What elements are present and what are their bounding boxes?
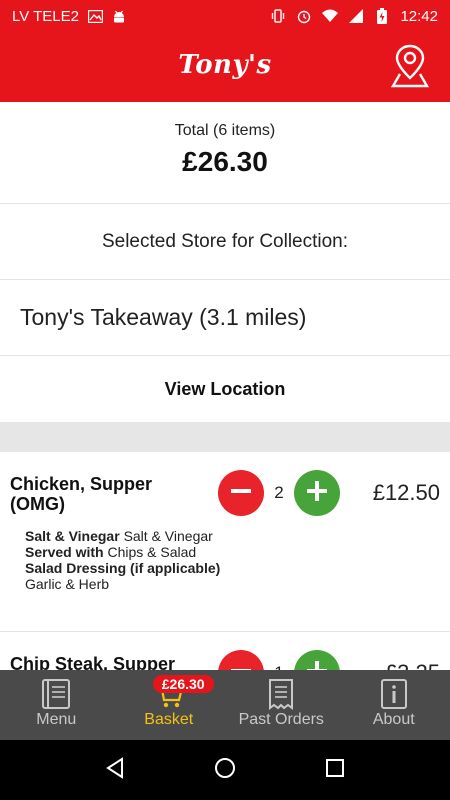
item-price: £3.25 <box>385 660 440 670</box>
map-pin-icon <box>390 42 430 93</box>
receipt-icon <box>267 678 295 715</box>
android-icon <box>111 8 127 24</box>
quantity-stepper: 1 <box>218 650 340 670</box>
item-title: Chicken, Supper (OMG) <box>10 474 153 514</box>
minus-icon <box>229 479 253 508</box>
signal-icon <box>348 8 364 24</box>
store-heading: Selected Store for Collection: <box>0 204 450 280</box>
tab-past-orders[interactable]: Past Orders <box>225 670 338 740</box>
image-icon <box>87 8 103 24</box>
home-circle-icon <box>214 757 236 784</box>
item-title: Chip Steak, Supper <box>10 654 176 670</box>
tab-basket[interactable]: £26.30 Basket <box>113 670 226 740</box>
minus-icon <box>229 659 253 670</box>
carrier-label: LV TELE2 <box>12 7 79 25</box>
back-triangle-icon <box>104 756 126 784</box>
option-value: Garlic & Herb <box>25 576 110 592</box>
tab-about[interactable]: About <box>338 670 450 740</box>
item-option: Salt & Vinegar Salt & Vinegar <box>25 528 225 544</box>
option-label: Salt & Vinegar <box>25 528 120 544</box>
home-button[interactable] <box>205 750 245 790</box>
app-header: Tony's <box>0 32 450 102</box>
store-locator-button[interactable] <box>388 42 432 92</box>
menu-book-icon <box>41 678 71 715</box>
order-total-section: Total (6 items) £26.30 <box>0 102 450 204</box>
option-label: Served with <box>25 544 104 560</box>
decrease-quantity-button[interactable] <box>218 470 264 516</box>
wifi-icon <box>322 8 339 24</box>
plus-icon <box>305 479 329 508</box>
recents-button[interactable] <box>315 750 355 790</box>
item-price: £12.50 <box>372 480 440 505</box>
decrease-quantity-button[interactable] <box>218 650 264 670</box>
bottom-tab-bar: Menu £26.30 Basket Past Orders About <box>0 670 450 740</box>
back-button[interactable] <box>95 750 135 790</box>
total-amount: £26.30 <box>182 146 268 177</box>
item-option: Salad Dressing (if applicable) Garlic & … <box>25 560 225 592</box>
info-icon <box>380 678 408 715</box>
view-location-button[interactable]: View Location <box>0 356 450 422</box>
basket-item: Chip Steak, Supper 1 £3.25 <box>0 632 450 670</box>
section-divider <box>0 422 450 452</box>
status-bar: LV TELE2 12:42 <box>0 0 450 32</box>
option-label: Salad Dressing (if applicable) <box>25 560 221 576</box>
increase-quantity-button[interactable] <box>294 470 340 516</box>
vibrate-icon <box>270 8 286 24</box>
clock-label: 12:42 <box>400 7 438 25</box>
quantity-stepper: 2 <box>218 470 340 516</box>
basket-content[interactable]: Total (6 items) £26.30 Selected Store fo… <box>0 102 450 670</box>
recents-square-icon <box>325 758 345 783</box>
item-option: Served with Chips & Salad <box>25 544 225 560</box>
item-quantity: 1 <box>264 663 294 670</box>
battery-icon <box>374 8 390 24</box>
basket-item: Chicken, Supper (OMG) 2 £12.50 Salt & Vi… <box>0 452 450 632</box>
tab-menu[interactable]: Menu <box>0 670 113 740</box>
brand-logo: Tony's <box>178 50 272 80</box>
total-label: Total (6 items) <box>174 122 276 139</box>
item-quantity: 2 <box>274 483 284 502</box>
option-value: Chips & Salad <box>107 544 197 560</box>
option-value: Salt & Vinegar <box>123 528 213 544</box>
selected-store-name[interactable]: Tony's Takeaway (3.1 miles) <box>0 280 450 356</box>
plus-icon <box>305 659 329 670</box>
alarm-icon <box>296 8 312 24</box>
increase-quantity-button[interactable] <box>294 650 340 670</box>
item-options: Salt & Vinegar Salt & Vinegar Served wit… <box>25 528 225 592</box>
basket-total-badge: £26.30 <box>152 675 214 693</box>
system-navigation-bar <box>0 740 450 800</box>
